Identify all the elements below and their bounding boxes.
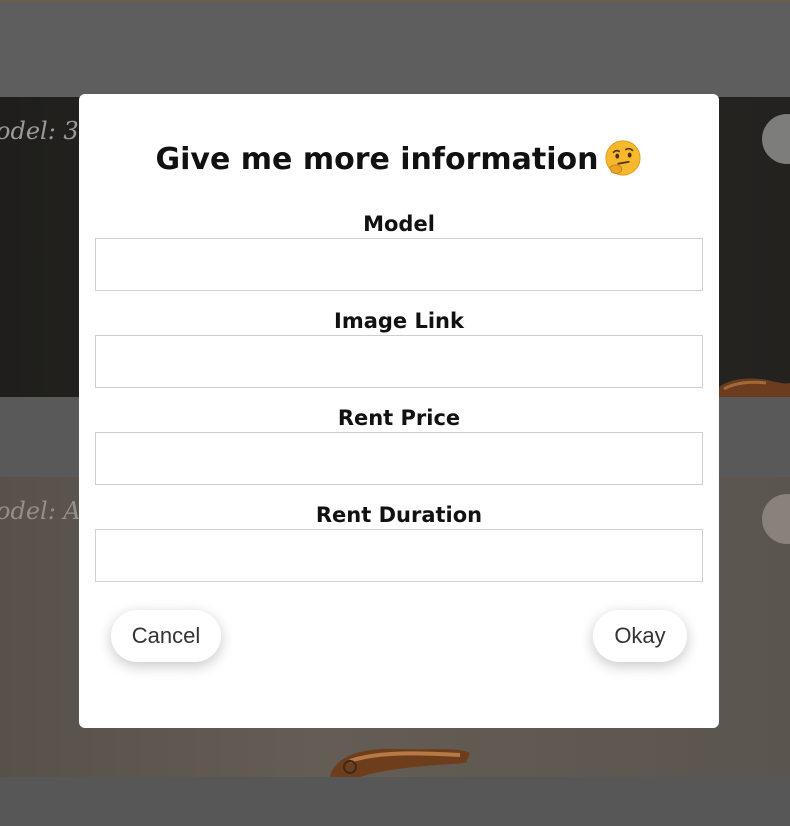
card-model-caption: odel: Al xyxy=(0,497,89,525)
card-action-button xyxy=(762,494,790,544)
cancel-button[interactable]: Cancel xyxy=(111,610,221,662)
image-link-label: Image Link xyxy=(334,309,464,333)
thinking-face-icon xyxy=(605,139,642,176)
model-label: Model xyxy=(363,212,435,236)
rent-price-label: Rent Price xyxy=(337,406,461,430)
rent-duration-label: Rent Duration xyxy=(315,503,483,527)
page-bottom xyxy=(0,777,790,826)
rent-duration-input[interactable] xyxy=(95,529,703,582)
shoe-image xyxy=(710,378,790,397)
card-action-button xyxy=(762,114,790,164)
modal-title: Give me more information xyxy=(79,138,719,182)
modal-title-text: Give me more information xyxy=(155,142,599,177)
okay-button[interactable]: Okay xyxy=(593,610,687,662)
page-header xyxy=(0,0,790,97)
shoe-image xyxy=(330,748,470,777)
model-input[interactable] xyxy=(95,238,703,291)
image-link-input[interactable] xyxy=(95,335,703,388)
info-modal: Give me more information Model Image Lin… xyxy=(79,94,719,728)
rent-price-input[interactable] xyxy=(95,432,703,485)
